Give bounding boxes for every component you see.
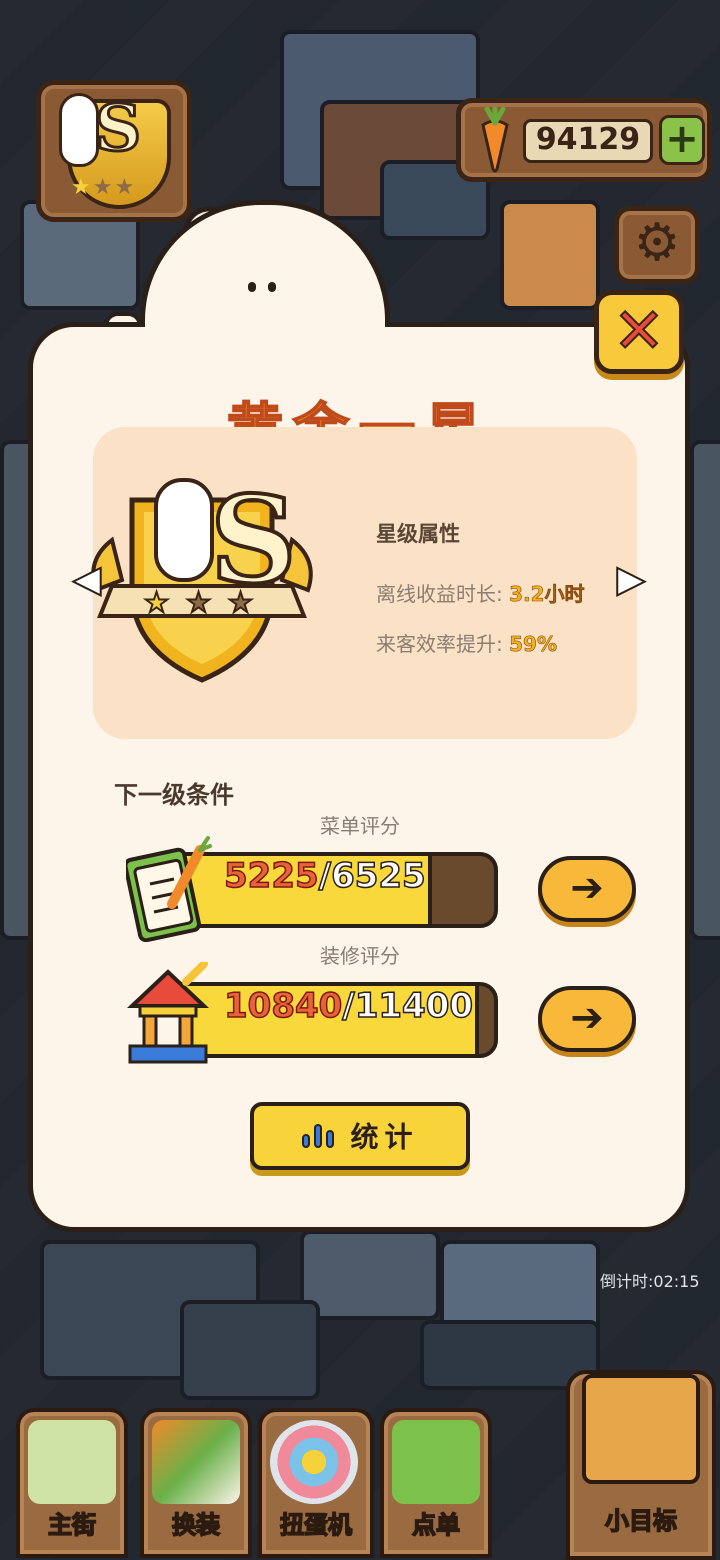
svg-text:★: ★ (186, 586, 211, 619)
nav-main-street-label: 主街 (47, 1510, 97, 1540)
decor-score-text: 10840/11400 (223, 986, 474, 1054)
nav-small-goal[interactable]: 小目标 (566, 1370, 716, 1560)
next-rank-arrow-icon[interactable]: ▶ (614, 559, 648, 601)
bunny-icon (59, 93, 99, 167)
flag-icon (582, 1374, 700, 1484)
menu-score-text: 5225/6525 (223, 856, 426, 924)
countdown-timer: 倒计时:02:15 (600, 1272, 700, 1291)
nav-outfit-label: 换装 (171, 1510, 221, 1540)
decor-score-current: 10840 (223, 986, 343, 1027)
next-level-heading: 下一级条件 (114, 781, 234, 809)
paint-roller-icon (152, 1420, 240, 1504)
nav-gacha[interactable]: 扭蛋机 (258, 1408, 374, 1558)
menu-score-current: 5225 (223, 856, 319, 897)
menu-clipboard-icon (126, 836, 212, 942)
offline-earnings-label: 离线收益时长: (376, 582, 503, 606)
decor-score-separator: / (342, 986, 356, 1027)
nav-small-goal-label: 小目标 (604, 1506, 678, 1536)
offline-earnings-value: 3.2小时 (509, 582, 585, 607)
decor-score-bar: 10840/11400 (180, 982, 498, 1058)
rank-s-emblem: S (93, 90, 142, 168)
efficiency-label: 来客效率提升: (376, 632, 503, 656)
offline-earnings-row: 离线收益时长: 3.2小时 (376, 578, 585, 607)
carrot-icon (481, 107, 509, 173)
stats-heading: 星级属性 (376, 522, 460, 546)
gear-icon[interactable]: ⚙ (614, 206, 700, 284)
bunny-eye-left (248, 282, 256, 292)
decor-score-label: 装修评分 (320, 944, 400, 968)
plus-icon[interactable]: + (659, 115, 705, 165)
gacha-icon (270, 1420, 358, 1504)
efficiency-value: 59% (509, 632, 557, 657)
nav-order-label: 点单 (411, 1510, 461, 1540)
rank-badge[interactable]: S ★★★ (36, 80, 192, 222)
prev-rank-arrow-icon[interactable]: ◀ (70, 559, 104, 601)
order-icon (392, 1420, 480, 1504)
nav-outfit[interactable]: 换装 (140, 1408, 252, 1558)
menu-score-max: 6525 (330, 856, 426, 897)
menu-score-bar: 5225/6525 (180, 852, 498, 928)
nav-order[interactable]: 点单 (380, 1408, 492, 1558)
gold-rank-shield-icon: S ★ ★ ★ (91, 470, 313, 683)
bar-chart-icon (302, 1123, 335, 1148)
decor-score-max: 11400 (354, 986, 474, 1027)
efficiency-row: 来客效率提升: 59% (376, 628, 557, 657)
menu-score-separator: / (318, 856, 332, 897)
bottom-nav: 主街 换装 扭蛋机 点单 小目标 (0, 1370, 720, 1560)
carrot-count: 94129 (523, 119, 653, 163)
svg-text:★: ★ (144, 586, 169, 619)
arrow-right-icon: ➔ (570, 865, 604, 911)
statistics-label: 统计 (350, 1120, 419, 1154)
bunny-eye-right (268, 282, 276, 292)
arrow-right-icon: ➔ (570, 995, 604, 1041)
house-decor-icon (126, 962, 210, 1064)
rank-stars: ★★★ (71, 175, 137, 200)
decor-score-go-button[interactable]: ➔ (538, 986, 636, 1052)
svg-text:★: ★ (228, 586, 253, 619)
map-icon (28, 1420, 116, 1504)
close-button[interactable]: ✕ (594, 290, 684, 374)
menu-score-go-button[interactable]: ➔ (538, 856, 636, 922)
nav-gacha-label: 扭蛋机 (279, 1510, 353, 1540)
carrot-counter: 94129 + (456, 98, 712, 182)
menu-score-label: 菜单评分 (320, 814, 400, 838)
close-icon: ✕ (612, 294, 666, 368)
nav-main-street[interactable]: 主街 (16, 1408, 128, 1558)
statistics-button[interactable]: 统计 (250, 1102, 470, 1170)
